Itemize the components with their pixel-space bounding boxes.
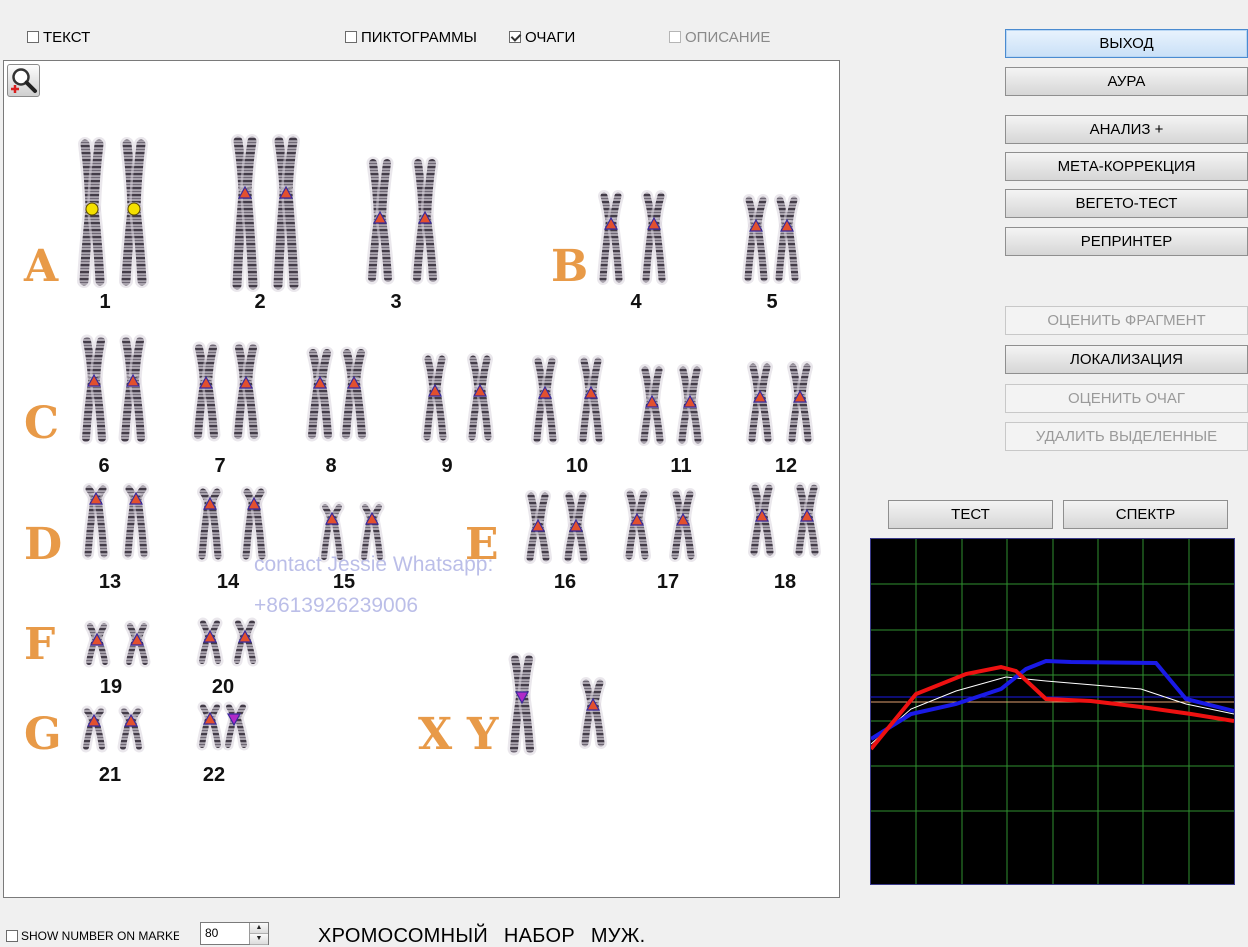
delete-selected-button[interactable]: УДАЛИТЬ ВЫДЕЛЕННЫЕ	[1005, 422, 1248, 451]
chromosome-pair-7[interactable]	[191, 341, 261, 442]
vegeto-test-button[interactable]: ВЕГЕТО-ТЕСТ	[1005, 189, 1248, 218]
spinner-up-icon[interactable]: ▲	[250, 923, 268, 934]
chromosome-number: 8	[325, 455, 336, 477]
chromosome-number: 1	[99, 291, 110, 313]
chromosome-pair-18[interactable]	[748, 482, 821, 558]
group-letter-b: B	[551, 241, 588, 292]
chromosome-pair-21[interactable]	[80, 705, 145, 753]
chromosome-number: 3	[390, 291, 401, 313]
spinner-down-icon[interactable]: ▼	[250, 934, 268, 945]
show-number-checkbox[interactable]: SHOW NUMBER ON MARKER	[6, 928, 179, 944]
pictograms-checkbox-box[interactable]	[345, 31, 357, 43]
chromosome-number: 2	[254, 291, 265, 313]
watermark-line-2: +8613926239006	[254, 594, 418, 617]
show-number-checkbox-box[interactable]	[6, 930, 18, 942]
text-checkbox[interactable]: ТЕКСТ	[27, 28, 90, 46]
reprinter-button[interactable]: РЕПРИНТЕР	[1005, 227, 1248, 256]
group-letter-g: G	[24, 709, 62, 760]
chromosome-number: 9	[441, 455, 452, 477]
karyotype-panel[interactable]: 1 2 3 4 5 6 7 8 9 10 11 12 13 14 15 16 17 18 19 20 21 22 A B C D E…	[3, 60, 840, 898]
group-letter-f: F	[24, 619, 55, 670]
chromosome-pair-22[interactable]	[196, 701, 250, 751]
chromosome-number: 5	[766, 291, 777, 313]
description-checkbox: ОПИСАНИЕ	[669, 28, 770, 46]
chromosome-pair-17[interactable]	[623, 488, 697, 562]
foci-checkbox-label: ОЧАГИ	[525, 28, 576, 46]
spinner-value[interactable]: 80	[201, 923, 249, 944]
test-button[interactable]: ТЕСТ	[888, 500, 1053, 529]
chromosome-number: 21	[99, 764, 121, 786]
group-letter-c: C	[24, 398, 59, 449]
evaluate-focus-button[interactable]: ОЦЕНИТЬ ОЧАГ	[1005, 384, 1248, 413]
group-letter-x: X	[418, 709, 453, 760]
chromosome-number: 11	[670, 455, 691, 477]
chromosome-number: 4	[630, 291, 642, 313]
chromosome-pair-20[interactable]	[196, 617, 259, 667]
chromosome-pair-16[interactable]	[524, 490, 590, 564]
app-window: ТЕКСТ ПИКТОГРАММЫ ОЧАГИ ОПИСАНИЕ 1234567…	[0, 0, 1248, 947]
chromosome-number: 20	[212, 676, 234, 698]
chromosome-x[interactable]	[507, 652, 537, 756]
description-checkbox-label: ОПИСАНИЕ	[685, 28, 771, 46]
chromosome-number: 14	[217, 571, 240, 593]
pictograms-checkbox-label: ПИКТОГРАММЫ	[361, 28, 477, 46]
exit-button[interactable]: ВЫХОД	[1005, 29, 1248, 58]
text-checkbox-box[interactable]	[27, 31, 39, 43]
chromosome-pair-14[interactable]	[196, 486, 268, 562]
marker-size-spinner[interactable]: 80 ▲ ▼	[200, 922, 269, 945]
spectrum-button[interactable]: СПЕКТР	[1063, 500, 1228, 529]
chromosome-number: 18	[774, 571, 796, 593]
chromosome-number: 12	[775, 455, 797, 477]
analysis-button[interactable]: АНАЛИЗ +	[1005, 115, 1248, 144]
chromosome-pair-19[interactable]	[83, 620, 151, 668]
aura-button[interactable]: АУРА	[1005, 67, 1248, 96]
chromosome-pair-15[interactable]	[318, 501, 386, 563]
foci-checkbox-box[interactable]	[509, 31, 521, 43]
chromosome-number: 22	[203, 764, 225, 786]
chromosome-pair-4[interactable]	[597, 190, 668, 285]
chromosome-number: 16	[554, 571, 576, 593]
spectrum-plot	[869, 539, 1235, 884]
group-letter-y: Y	[466, 709, 499, 760]
chromosome-number: 13	[99, 571, 121, 593]
karyotype-status-text: ХРОМОСОМНЫЙ НАБОР МУЖ.	[318, 925, 646, 947]
group-letter-d: D	[24, 519, 62, 570]
chromosome-pair-3[interactable]	[365, 156, 440, 285]
text-checkbox-label: ТЕКСТ	[43, 28, 91, 46]
localization-button[interactable]: ЛОКАЛИЗАЦИЯ	[1005, 345, 1248, 374]
chromosome-pair-12[interactable]	[746, 361, 814, 445]
chromosome-pair-1[interactable]	[77, 137, 149, 288]
chromosome-pair-10[interactable]	[531, 355, 605, 445]
chromosome-pair-2[interactable]	[230, 134, 301, 292]
meta-correction-button[interactable]: МЕТА-КОРРЕКЦИЯ	[1005, 152, 1248, 181]
pictograms-checkbox[interactable]: ПИКТОГРАММЫ	[345, 28, 477, 46]
chromosome-pair-6[interactable]	[79, 334, 148, 445]
chromosome-pair-9[interactable]	[421, 353, 494, 443]
chromosome-y[interactable]	[579, 677, 607, 749]
spectrum-graph	[869, 538, 1235, 885]
chromosome-pair-13[interactable]	[82, 483, 150, 560]
chromosome-number: 17	[657, 571, 679, 593]
chromosome-number: 7	[214, 455, 225, 477]
chromosome-number: 19	[100, 676, 122, 698]
show-number-label: SHOW NUMBER ON MARKER	[21, 929, 179, 943]
watermark-line-1: contact Jessie Whatsapp:	[254, 553, 493, 576]
chromosome-pair-5[interactable]	[742, 194, 801, 284]
zoom-in-icon[interactable]	[7, 64, 40, 97]
chromosome-number: 6	[98, 455, 109, 477]
karyotype-canvas[interactable]: 1 2 3 4 56 7 8 9 10 11 1213 14 15 16 17 1819 2021 22A BCD E…	[4, 61, 840, 898]
chromosome-pair-11[interactable]	[638, 364, 704, 446]
group-letter-a: A	[23, 241, 59, 292]
foci-checkbox[interactable]: ОЧАГИ	[509, 28, 575, 46]
evaluate-fragment-button[interactable]: ОЦЕНИТЬ ФРАГМЕНТ	[1005, 306, 1248, 335]
chromosome-number: 10	[566, 455, 588, 477]
chromosome-pair-8[interactable]	[305, 346, 369, 442]
description-checkbox-box	[669, 31, 681, 43]
